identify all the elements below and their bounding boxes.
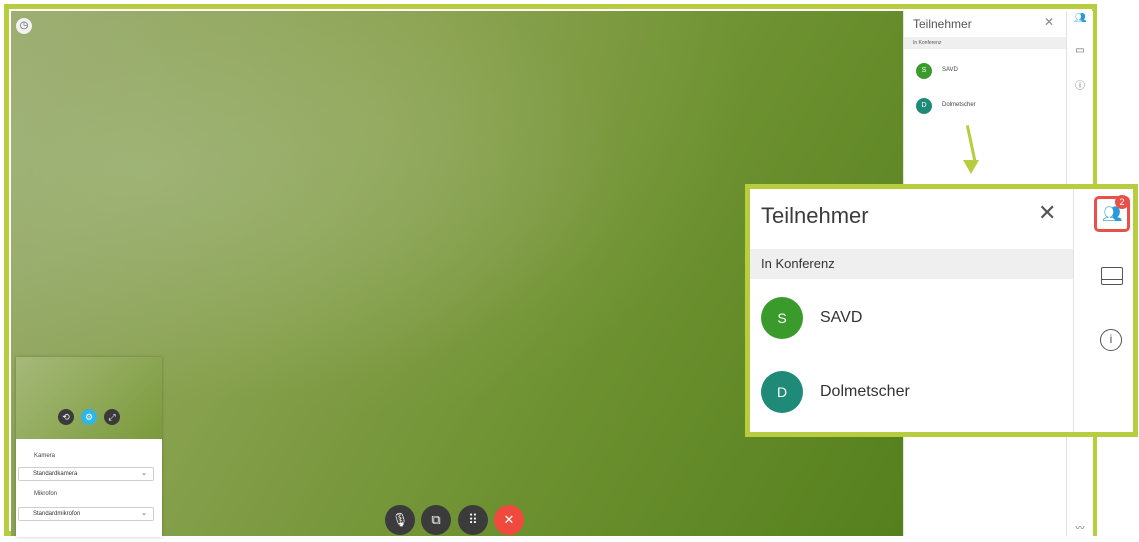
in-conference-section: In Konferenz bbox=[904, 37, 1067, 49]
close-icon[interactable]: ✕ bbox=[1044, 15, 1054, 29]
chevron-down-icon: ⌄ bbox=[141, 510, 147, 517]
close-icon: ✕ bbox=[503, 512, 515, 527]
microphone-select-value: Standardmikrofon bbox=[33, 511, 81, 517]
microphone-off-icon: 🎙︎ bbox=[391, 512, 409, 527]
share-screen-button[interactable]: ⧉ bbox=[421, 505, 451, 535]
camera-switch-icon[interactable]: ⟲ bbox=[58, 409, 74, 425]
layout-icon[interactable]: ▭ bbox=[1074, 45, 1086, 56]
chevron-down-icon: ⌄ bbox=[141, 470, 147, 477]
microphone-label: Mikrofon bbox=[34, 491, 58, 497]
callout-arrow-head bbox=[963, 160, 979, 174]
info-icon[interactable]: ⓘ bbox=[1074, 77, 1086, 92]
in-conference-section: In Konferenz bbox=[750, 249, 1073, 279]
zoomed-icon-bar: 👥︎ 2 i bbox=[1073, 189, 1139, 432]
avatar: D bbox=[916, 98, 932, 114]
close-icon[interactable]: ✕ bbox=[1038, 202, 1056, 224]
settings-icon[interactable]: ⚙ bbox=[81, 409, 97, 425]
info-icon[interactable]: i bbox=[1100, 329, 1122, 351]
camera-label: Kamera bbox=[34, 453, 56, 459]
participants-icon: 👥︎ bbox=[1102, 206, 1123, 223]
camera-select-value: Standardkamera bbox=[33, 471, 78, 477]
clock-icon[interactable]: ◷ bbox=[16, 18, 32, 34]
avatar: D bbox=[761, 371, 803, 413]
participant-name: Dolmetscher bbox=[820, 383, 910, 400]
zoomed-participants-callout: Teilnehmer ✕ In Konferenz S SAVD D Dolme… bbox=[745, 184, 1138, 437]
avatar: S bbox=[761, 297, 803, 339]
microphone-select[interactable]: Standardmikrofon ⌄ bbox=[18, 507, 154, 521]
self-view-video: ⟲ ⚙ ⤢ bbox=[16, 357, 162, 439]
participant-name: Dolmetscher bbox=[942, 102, 976, 108]
participant-name: SAVD bbox=[820, 309, 863, 326]
keypad-button[interactable]: ⠿ bbox=[458, 505, 488, 535]
camera-select[interactable]: Standardkamera ⌄ bbox=[18, 467, 154, 481]
avatar: S bbox=[916, 63, 932, 79]
share-screen-icon: ⧉ bbox=[431, 512, 441, 527]
participants-button[interactable]: 👥︎ 2 bbox=[1094, 195, 1130, 232]
keypad-icon: ⠿ bbox=[468, 512, 478, 527]
signal-icon[interactable]: 〰 bbox=[1074, 521, 1086, 534]
participant-name: SAVD bbox=[942, 67, 958, 73]
layout-icon[interactable] bbox=[1101, 267, 1123, 285]
self-view-panel: ⟲ ⚙ ⤢ Kamera Standardkamera ⌄ Mikrofon S… bbox=[16, 357, 162, 537]
participant-count-badge: 2 bbox=[1115, 195, 1129, 209]
mute-microphone-button[interactable]: 🎙︎ bbox=[385, 505, 415, 535]
participants-icon[interactable]: 👥︎ bbox=[1074, 13, 1087, 24]
expand-icon[interactable]: ⤢ bbox=[104, 409, 120, 425]
end-call-button[interactable]: ✕ bbox=[494, 505, 524, 535]
participants-title: Teilnehmer bbox=[761, 203, 869, 228]
participants-panel-title: Teilnehmer bbox=[913, 17, 972, 31]
